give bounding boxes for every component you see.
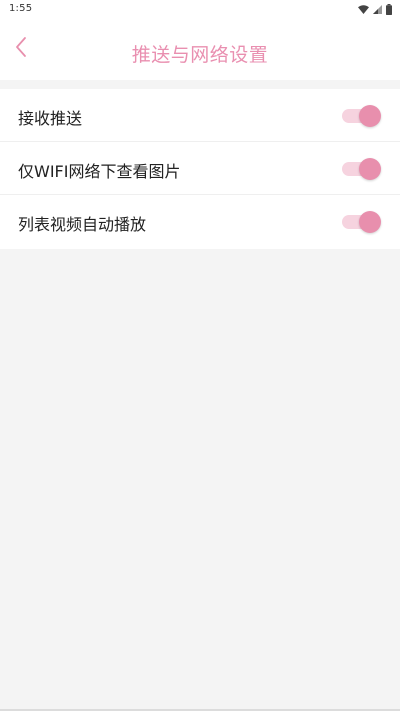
receive-push-toggle[interactable] <box>341 105 381 127</box>
status-bar: 1:55 <box>0 0 400 18</box>
toggle-thumb <box>359 105 381 127</box>
setting-label: 仅WIFI网络下查看图片 <box>18 162 181 181</box>
status-time: 1:55 <box>9 3 33 14</box>
toggle-thumb <box>359 158 381 180</box>
setting-wifi-images: 仅WIFI网络下查看图片 <box>0 142 400 195</box>
battery-icon <box>386 3 392 15</box>
toggle-thumb <box>359 211 381 233</box>
setting-receive-push: 接收推送 <box>0 89 400 142</box>
app-bar: 推送与网络设置 <box>0 18 400 80</box>
page-title: 推送与网络设置 <box>131 44 269 66</box>
autoplay-video-toggle[interactable] <box>341 211 381 233</box>
wifi-icon <box>358 4 369 14</box>
status-icons <box>358 3 392 15</box>
setting-label: 列表视频自动播放 <box>18 215 147 234</box>
setting-autoplay-video: 列表视频自动播放 <box>0 195 400 249</box>
wifi-images-toggle[interactable] <box>341 158 381 180</box>
setting-label: 接收推送 <box>18 109 83 128</box>
settings-list: 接收推送 仅WIFI网络下查看图片 列表视频自动播放 <box>0 89 400 249</box>
signal-icon <box>373 4 382 14</box>
